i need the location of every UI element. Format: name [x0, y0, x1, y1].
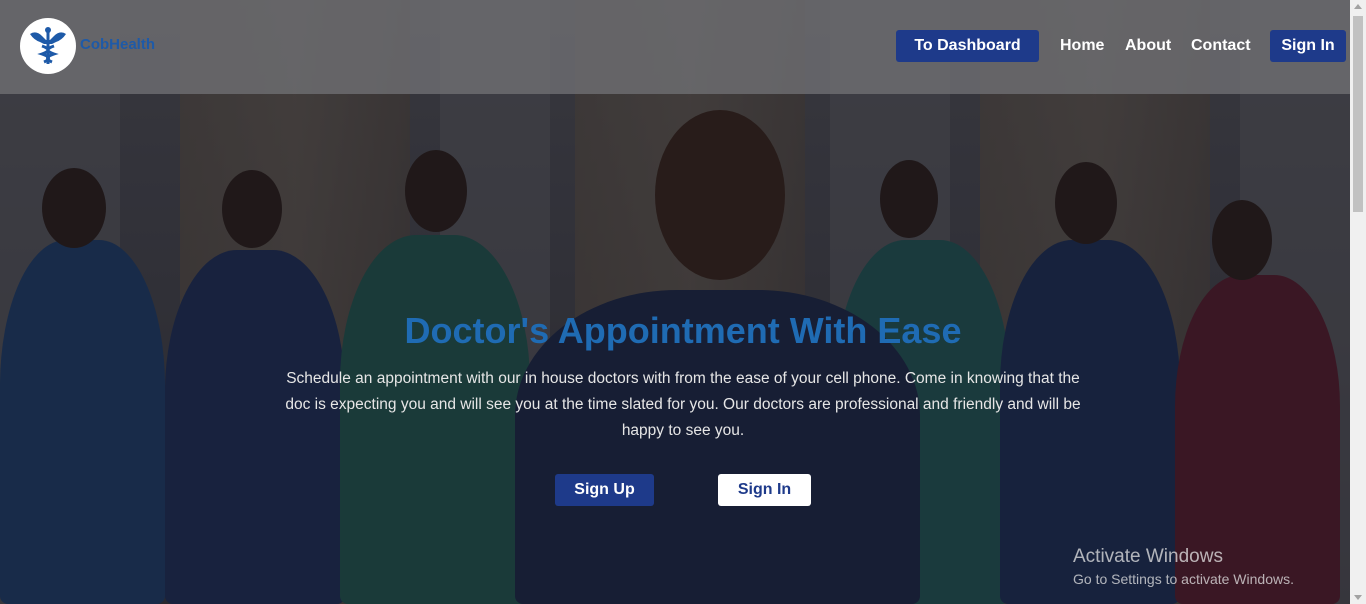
scrollbar-thumb[interactable]: [1353, 16, 1363, 212]
scroll-down-arrow-icon[interactable]: [1354, 595, 1362, 600]
nav-link-contact[interactable]: Contact: [1191, 37, 1251, 55]
nav-sign-in-button[interactable]: Sign In: [1270, 30, 1346, 62]
to-dashboard-button[interactable]: To Dashboard: [896, 30, 1039, 62]
hero-sign-in-button[interactable]: Sign In: [718, 474, 811, 506]
brand-logo[interactable]: [20, 18, 76, 74]
sign-up-button[interactable]: Sign Up: [555, 474, 654, 506]
hero-description: Schedule an appointment with our in hous…: [285, 370, 1081, 439]
nav-link-home[interactable]: Home: [1060, 37, 1104, 55]
vertical-scrollbar[interactable]: [1350, 0, 1366, 604]
activate-windows-title: Activate Windows: [1073, 546, 1223, 567]
brand-name[interactable]: CobHealth: [80, 36, 155, 53]
caduceus-icon: [30, 27, 66, 64]
activate-windows-subtitle: Go to Settings to activate Windows.: [1073, 571, 1294, 587]
nav-link-about[interactable]: About: [1125, 37, 1171, 55]
scroll-up-arrow-icon[interactable]: [1354, 4, 1362, 9]
top-navbar: CobHealth To Dashboard Home About Contac…: [0, 0, 1350, 94]
hero-title: Doctor's Appointment With Ease: [404, 310, 962, 351]
